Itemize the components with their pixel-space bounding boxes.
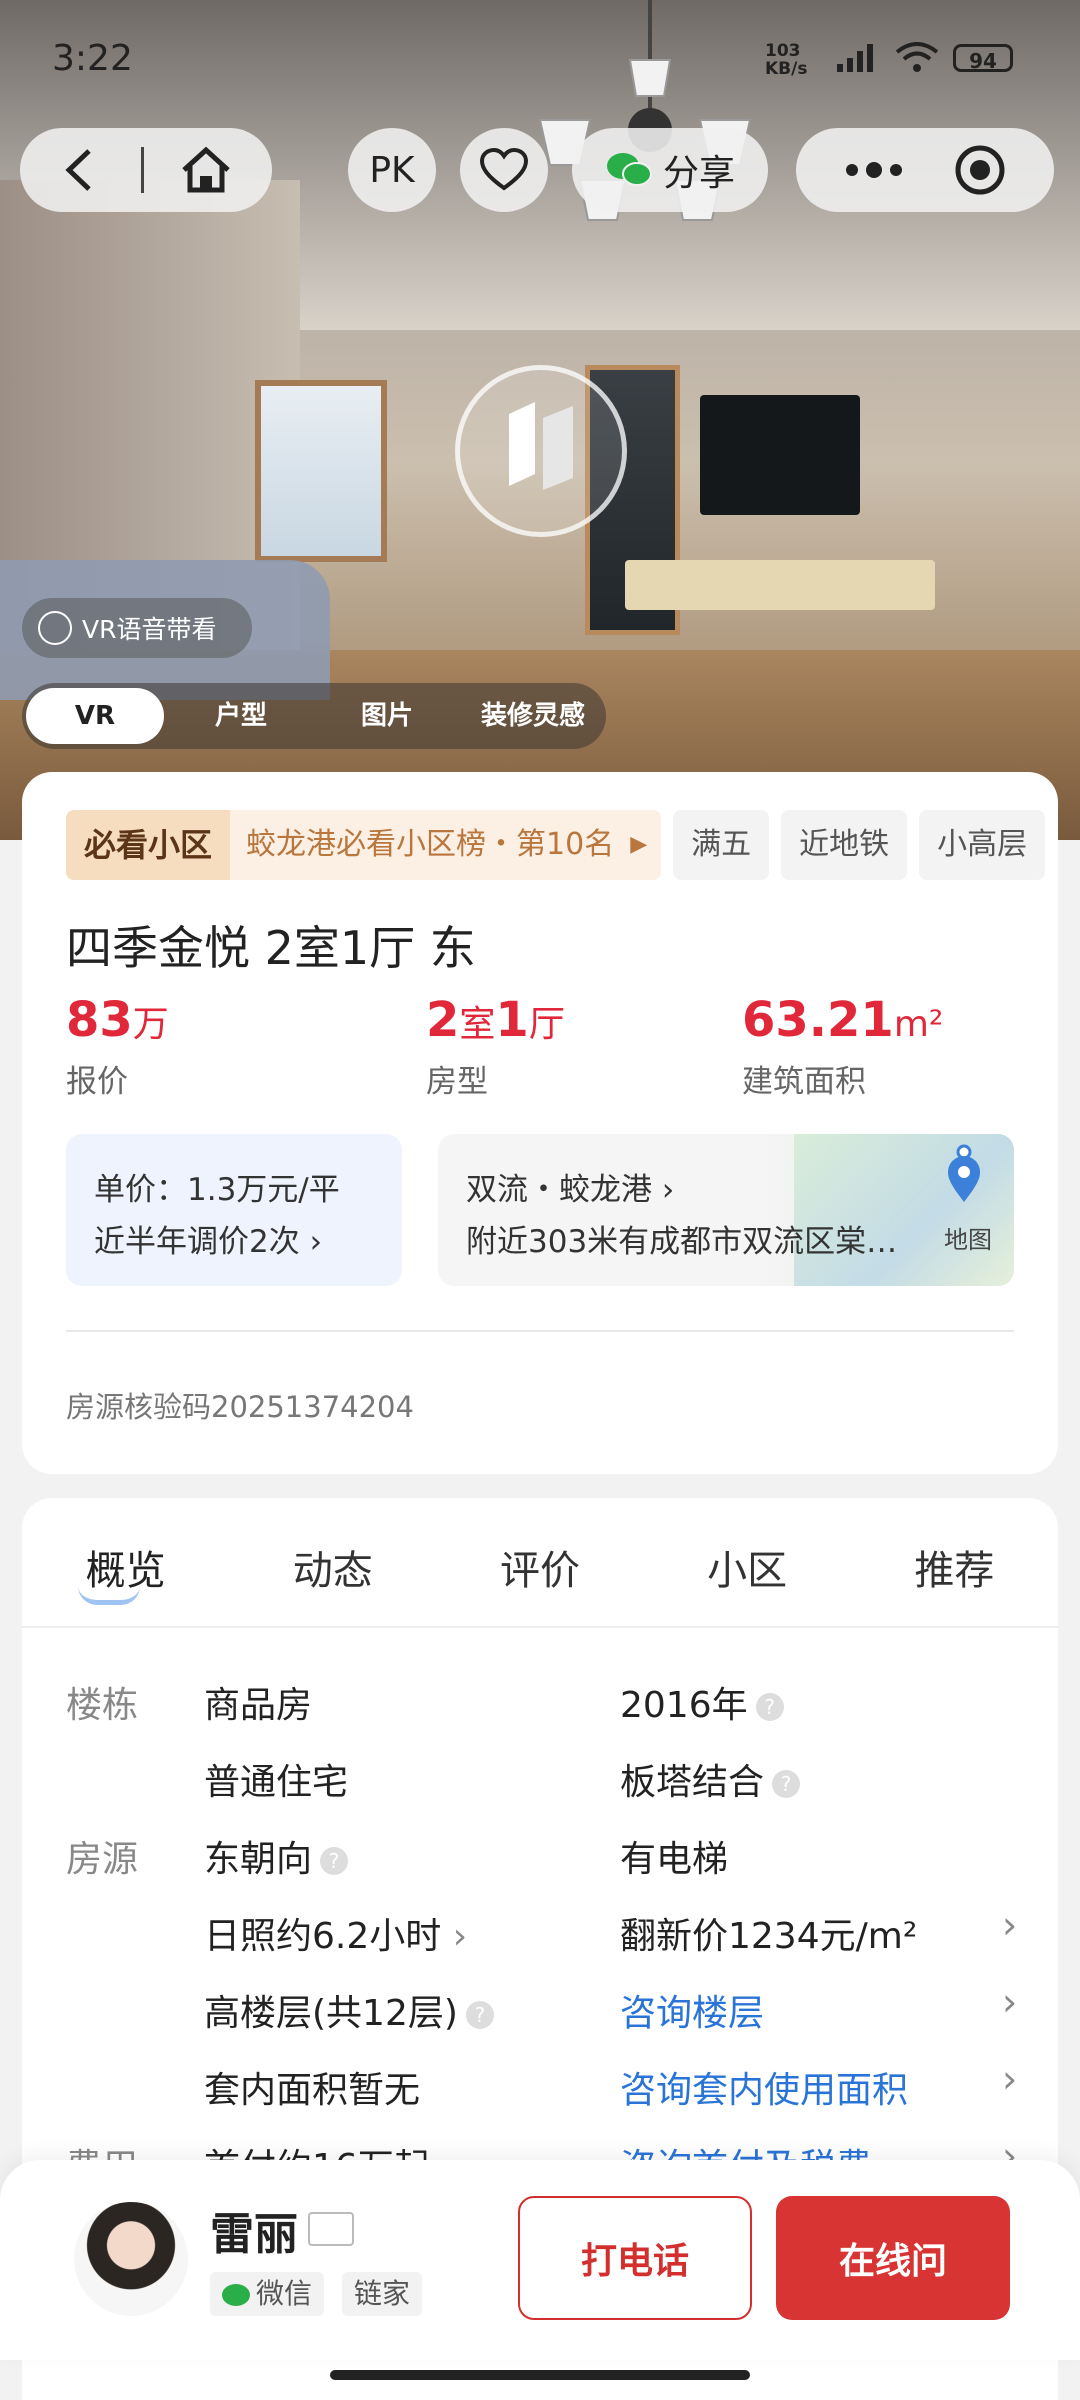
verification-code: 房源核验码20251374204 — [66, 1390, 414, 1424]
tab-photos[interactable]: 图片 — [318, 688, 456, 744]
building-label: 楼栋 — [66, 1685, 139, 1726]
sunlight-link[interactable]: 日照约6.2小时 › — [204, 1907, 467, 1959]
caret-right-icon: ▶ — [630, 832, 648, 857]
chevron-right-icon[interactable]: › — [1002, 1903, 1017, 1947]
listing-summary-card: 必看小区 蛟龙港必看小区榜・第10名 ▶ 满五 近地铁 小高层 四季金悦 2室1… — [22, 772, 1058, 1474]
layout-stat: 2室1厅 房型 — [426, 992, 565, 1100]
usage-type: 普通住宅 — [204, 1762, 349, 1803]
layout-label: 房型 — [426, 1064, 488, 1100]
pk-button[interactable]: PK — [348, 128, 436, 212]
status-time: 3:22 — [52, 38, 133, 79]
tag-mid-rise: 小高层 — [919, 810, 1046, 880]
area-stat: 63.21m² 建筑面积 — [742, 992, 944, 1100]
share-label: 分享 — [662, 153, 735, 194]
window — [255, 380, 387, 562]
tab-vr[interactable]: VR — [26, 688, 164, 744]
network-speed: 103 KB/s — [765, 41, 808, 79]
status-icons: 94 — [835, 42, 1013, 74]
wifi-icon — [895, 42, 939, 72]
nav-divider — [140, 147, 144, 193]
house-type: 商品房 — [204, 1685, 313, 1726]
location-box[interactable]: 地图 双流・蛟龙港 › 附近303米有成都市双流区棠… — [438, 1134, 1014, 1286]
status-bar: 3:22 103 KB/s 94 — [0, 0, 1080, 120]
signal-icon — [837, 44, 873, 72]
tab-decoration[interactable]: 装修灵感 — [464, 688, 602, 744]
chevron-right-icon: › — [309, 1224, 322, 1260]
tab-floorplan[interactable]: 户型 — [172, 688, 310, 744]
vr-voice-label: VR语音带看 — [82, 615, 217, 644]
heart-icon — [479, 148, 529, 191]
listing-title: 四季金悦 2室1厅 东 — [66, 921, 476, 975]
online-chat-button[interactable]: 在线问 — [776, 2196, 1010, 2320]
orientation: 东朝向? — [204, 1830, 349, 1882]
unit-price: 单价：1.3万元/平 — [94, 1172, 340, 1208]
tag-over-five-years: 满五 — [673, 810, 770, 880]
help-icon[interactable]: ? — [772, 1770, 801, 1798]
location-link[interactable]: 双流・蛟龙港 › — [466, 1164, 986, 1216]
media-tabs: VR 户型 图片 装修灵感 — [22, 683, 606, 749]
agent-bar: 雷丽 微信 链家 打电话 在线问 — [0, 2160, 1080, 2360]
tab-updates[interactable]: 动态 — [293, 1538, 373, 1596]
rank-badge-title: 必看小区 — [66, 810, 231, 880]
elevator: 有电梯 — [620, 1839, 729, 1880]
vr-voice-icon — [38, 611, 72, 645]
vr-panorama[interactable]: VR语音带看 VR 户型 图片 装修灵感 — [0, 0, 1080, 840]
chevron-right-icon: › — [661, 1172, 675, 1208]
company-chip: 链家 — [342, 2272, 423, 2316]
tab-indicator — [78, 1586, 140, 1605]
help-icon[interactable]: ? — [755, 1693, 784, 1721]
building-structure: 板塔结合? — [620, 1753, 801, 1805]
call-button[interactable]: 打电话 — [518, 2196, 752, 2320]
chevron-right-icon[interactable]: › — [1002, 2057, 1017, 2101]
price-stat: 83万 报价 — [66, 992, 169, 1100]
tag-row: 必看小区 蛟龙港必看小区榜・第10名 ▶ 满五 近地铁 小高层 — [66, 810, 1046, 880]
nearby-text: 附近303米有成都市双流区棠… — [466, 1224, 898, 1260]
agent-name[interactable]: 雷丽 — [210, 2198, 298, 2262]
back-arrow-icon[interactable] — [61, 147, 101, 193]
renovation-price[interactable]: 翻新价1234元/m² — [620, 1907, 917, 1959]
build-year: 2016年? — [620, 1676, 784, 1728]
home-icon[interactable] — [180, 146, 232, 194]
vr-cube-icon[interactable] — [505, 400, 577, 492]
desk — [625, 560, 935, 610]
source-label: 房源 — [66, 1839, 139, 1880]
price-adjust-link[interactable]: 近半年调价2次 › — [94, 1216, 374, 1268]
price-label: 报价 — [66, 1064, 128, 1100]
vr-voice-tour-button[interactable]: VR语音带看 — [22, 598, 252, 658]
pk-label: PK — [369, 149, 415, 191]
area-label: 建筑面积 — [742, 1064, 866, 1100]
more-capsule — [796, 128, 1054, 212]
consult-inner-area-link[interactable]: 咨询套内使用面积 — [620, 2061, 908, 2113]
wechat-icon — [606, 153, 652, 186]
divider — [66, 1330, 1014, 1332]
consult-floor-link[interactable]: 咨询楼层 — [620, 1984, 764, 2036]
favorite-button[interactable] — [460, 128, 548, 212]
wechat-chip[interactable]: 微信 — [210, 2272, 325, 2316]
back-home-group — [20, 128, 272, 212]
tag-near-subway: 近地铁 — [781, 810, 908, 880]
agent-avatar[interactable] — [74, 2202, 188, 2316]
help-icon[interactable]: ? — [320, 1847, 349, 1875]
tab-community[interactable]: 小区 — [707, 1538, 787, 1596]
unit-price-box[interactable]: 单价：1.3万元/平 近半年调价2次 › — [66, 1134, 402, 1286]
chevron-right-icon[interactable]: › — [1002, 1980, 1017, 2024]
floor-info: 高楼层(共12层)? — [204, 1984, 494, 2036]
close-miniapp-icon[interactable] — [954, 144, 1006, 196]
tv — [700, 395, 860, 515]
home-indicator[interactable] — [330, 2370, 750, 2380]
rank-badge-text: 蛟龙港必看小区榜・第10名 — [246, 827, 615, 862]
more-icon[interactable] — [844, 162, 904, 178]
tabs-divider — [22, 1626, 1058, 1628]
wechat-icon — [222, 2284, 250, 2306]
section-tabs: 概览 动态 评价 小区 推荐 — [22, 1538, 1058, 1596]
rank-badge[interactable]: 必看小区 蛟龙港必看小区榜・第10名 ▶ — [66, 810, 662, 880]
id-card-icon[interactable] — [308, 2212, 354, 2246]
tab-recommend[interactable]: 推荐 — [914, 1538, 994, 1596]
help-icon[interactable]: ? — [465, 2001, 494, 2029]
tab-reviews[interactable]: 评价 — [500, 1538, 580, 1596]
battery-indicator: 94 — [953, 44, 1013, 73]
share-button[interactable]: 分享 — [572, 128, 768, 212]
chevron-right-icon: › — [452, 1916, 468, 1957]
inner-area: 套内面积暂无 — [204, 2070, 421, 2111]
